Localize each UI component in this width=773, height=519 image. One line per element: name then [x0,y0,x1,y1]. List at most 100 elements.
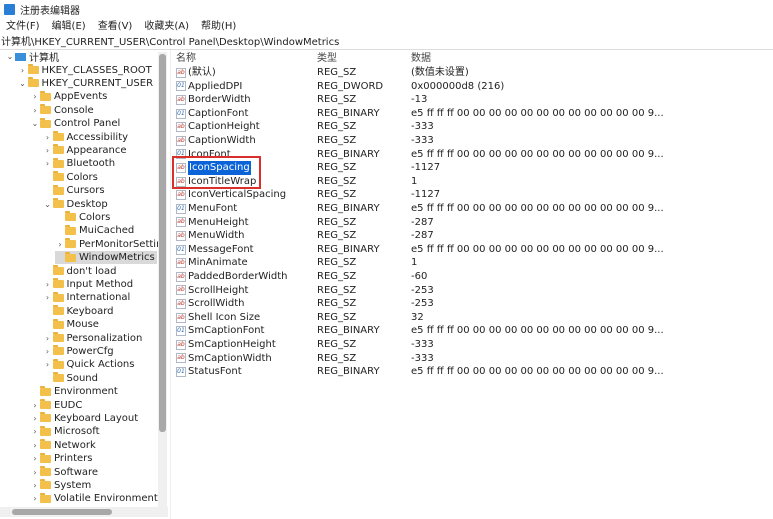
address-bar[interactable]: 计算机\HKEY_CURRENT_USER\Control Panel\Desk… [0,35,773,50]
tree-node[interactable]: › Console [30,104,94,117]
chevron-right-icon[interactable]: › [18,66,28,75]
chevron-right-icon[interactable]: › [30,454,40,463]
tree-node[interactable]: › Microsoft [30,425,100,438]
menu-edit[interactable]: 编辑(E) [46,19,92,34]
chevron-down-icon[interactable]: ⌄ [5,52,15,61]
chevron-right-icon[interactable]: › [55,240,65,249]
chevron-right-icon[interactable]: › [43,293,53,302]
chevron-down-icon[interactable]: ⌄ [30,119,40,128]
value-row[interactable]: ab IconSpacing REG_SZ -1127 [172,161,772,175]
value-row[interactable]: ab Shell Icon Size REG_SZ 32 [172,311,772,325]
chevron-right-icon[interactable]: › [30,106,40,115]
chevron-right-icon[interactable]: › [43,280,53,289]
tree-node[interactable]: ⌄ Control Panel [30,117,120,130]
tree-node[interactable]: › International [43,291,130,304]
value-row[interactable]: ab SmCaptionWidth REG_SZ -333 [172,352,772,366]
tree-node[interactable]: › Software [30,465,98,478]
tree-node[interactable]: › PowerCfg [43,345,114,358]
chevron-right-icon[interactable]: › [30,481,40,490]
value-row[interactable]: ab MenuWidth REG_SZ -287 [172,229,772,243]
chevron-right-icon[interactable]: › [30,441,40,450]
value-row[interactable]: ab ScrollHeight REG_SZ -253 [172,284,772,298]
tree-node[interactable]: › Printers [30,452,92,465]
menu-file[interactable]: 文件(F) [0,19,46,34]
chevron-down-icon[interactable]: ⌄ [43,200,53,209]
tree-node[interactable]: Colors [55,211,110,224]
tree-node[interactable]: › Quick Actions [43,358,134,371]
tree-node[interactable]: don't load [43,264,117,277]
chevron-right-icon[interactable]: › [30,468,40,477]
tree-node[interactable]: › PerMonitorSettin [55,238,162,251]
tree-node[interactable]: › Accessibility [43,130,128,143]
tree-node[interactable]: › Volatile Environment [30,492,158,505]
tree-node[interactable]: ⌄ 计算机 [5,50,59,64]
tree-node[interactable]: Environment [30,385,118,398]
menu-view[interactable]: 查看(V) [92,19,139,34]
chevron-right-icon[interactable]: › [43,146,53,155]
scrollbar-thumb[interactable] [159,54,166,432]
value-row[interactable]: ab IconTitleWrap REG_SZ 1 [172,175,772,189]
chevron-right-icon[interactable]: › [30,401,40,410]
tree-node[interactable]: MuiCached [55,224,134,237]
chevron-right-icon[interactable]: › [43,360,53,369]
value-data: -60 [411,271,428,282]
chevron-right-icon[interactable]: › [30,427,40,436]
tree-node[interactable]: › System [30,479,91,492]
menu-favorites[interactable]: 收藏夹(A) [138,19,195,34]
chevron-down-icon[interactable]: ⌄ [18,79,28,88]
tree-vertical-scrollbar[interactable] [158,52,167,507]
chevron-right-icon[interactable]: › [30,494,40,503]
tree-node[interactable]: ⌄ HKEY_CURRENT_USER [18,77,153,90]
chevron-right-icon[interactable]: › [43,159,53,168]
chevron-right-icon[interactable]: › [43,347,53,356]
value-row[interactable]: ab IconVerticalSpacing REG_SZ -1127 [172,188,772,202]
tree-node[interactable]: › Keyboard Layout [30,412,138,425]
value-row[interactable]: ab MenuHeight REG_SZ -287 [172,216,772,230]
value-row[interactable]: ab BorderWidth REG_SZ -13 [172,93,772,107]
tree-node[interactable]: › Personalization [43,331,142,344]
chevron-right-icon[interactable]: › [43,334,53,343]
scrollbar-thumb[interactable] [12,509,112,515]
menu-help[interactable]: 帮助(H) [195,19,242,34]
column-name[interactable]: 名称 [176,52,196,66]
tree-node[interactable]: › EUDC [30,398,82,411]
value-row[interactable]: 01 AppliedDPI REG_DWORD 0x000000d8 (216) [172,80,772,94]
value-row[interactable]: 01 StatusFont REG_BINARY e5 ff ff ff 00 00 … [172,365,772,379]
tree-node[interactable]: ⌄ Desktop [43,197,108,210]
tree-node[interactable]: › Appearance [43,144,127,157]
tree-horizontal-scrollbar[interactable] [0,507,168,517]
tree-node[interactable]: Cursors [43,184,105,197]
value-row[interactable]: 01 SmCaptionFont REG_BINARY e5 ff ff ff 00 … [172,324,772,338]
tree-node[interactable]: Colors [43,171,98,184]
tree-node[interactable]: WindowMetrics [55,251,157,265]
value-row[interactable]: ab MinAnimate REG_SZ 1 [172,256,772,270]
chevron-right-icon[interactable]: › [43,133,53,142]
value-row[interactable]: ab CaptionWidth REG_SZ -333 [172,134,772,148]
column-data[interactable]: 数据 [411,52,431,66]
pane-splitter[interactable] [170,50,171,519]
value-row[interactable]: ab ScrollWidth REG_SZ -253 [172,297,772,311]
value-row[interactable]: ab SmCaptionHeight REG_SZ -333 [172,338,772,352]
value-row[interactable]: ab (默认) REG_SZ (数值未设置) [172,66,772,80]
folder-icon [40,452,51,463]
value-row[interactable]: ab PaddedBorderWidth REG_SZ -60 [172,270,772,284]
tree-node[interactable]: › Bluetooth [43,157,115,170]
value-data: e5 ff ff ff 00 00 00 00 00 00 00 00 00 0… [411,366,664,378]
value-row[interactable]: 01 MenuFont REG_BINARY e5 ff ff ff 00 00 00… [172,202,772,216]
tree-node[interactable]: › AppEvents [30,90,107,103]
tree-node[interactable]: › Network [30,439,96,452]
tree-node[interactable]: Sound [43,372,98,385]
string-value-icon: ab [176,353,186,364]
tree-node[interactable]: Mouse [43,318,99,331]
binary-value-icon: 01 [176,326,186,337]
value-row[interactable]: 01 MessageFont REG_BINARY e5 ff ff ff 00 00… [172,243,772,257]
chevron-right-icon[interactable]: › [30,414,40,423]
value-row[interactable]: 01 IconFont REG_BINARY e5 ff ff ff 00 00 00… [172,148,772,162]
value-row[interactable]: ab CaptionHeight REG_SZ -333 [172,120,772,134]
column-type[interactable]: 类型 [317,52,337,66]
value-row[interactable]: 01 CaptionFont REG_BINARY e5 ff ff ff 00 00… [172,107,772,121]
tree-node[interactable]: Keyboard [43,305,114,318]
chevron-right-icon[interactable]: › [30,92,40,101]
tree-node[interactable]: › HKEY_CLASSES_ROOT [18,63,152,76]
tree-node[interactable]: › Input Method [43,278,133,291]
